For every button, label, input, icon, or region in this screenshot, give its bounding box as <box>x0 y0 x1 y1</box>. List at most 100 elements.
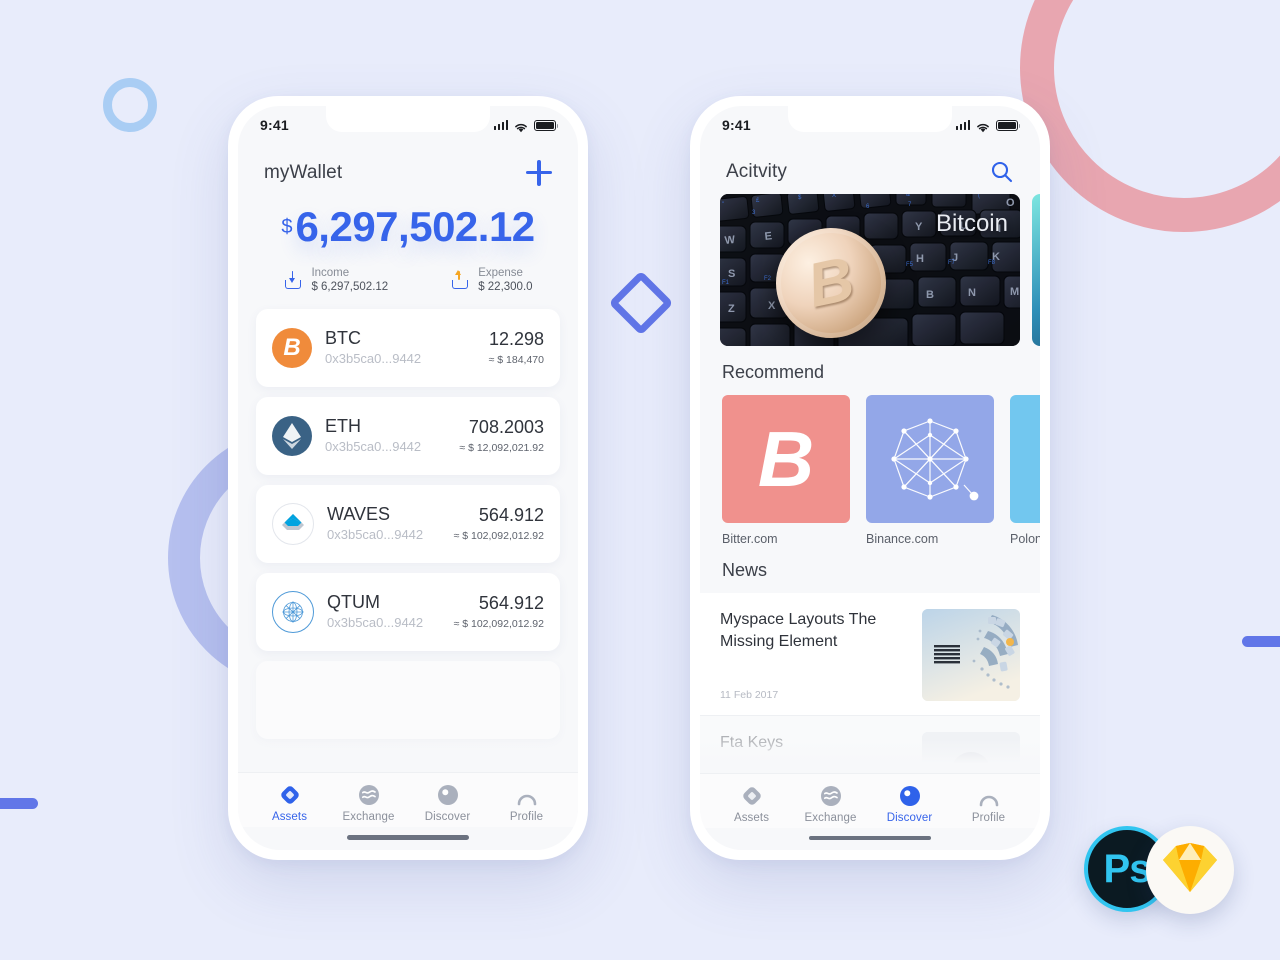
discover-screen: 9:41 Acitvity W E Y U S H J K Z X B N M … <box>700 106 1040 850</box>
svg-text:W: W <box>724 234 736 247</box>
person-icon <box>516 784 538 806</box>
svg-text:X: X <box>768 300 776 312</box>
recommend-row[interactable]: B Bitter.com Binance.com Polon <box>700 395 1040 546</box>
waves-coin-icon <box>272 502 314 545</box>
tab-label: Discover <box>886 811 933 824</box>
list-item[interactable]: Polonie <box>1010 395 1040 546</box>
tab-label: Assets <box>733 811 770 824</box>
svg-text:Y: Y <box>915 221 923 233</box>
list-item[interactable]: Fta Keys <box>700 716 1040 773</box>
svg-text:&: & <box>906 194 910 198</box>
home-indicator[interactable] <box>809 835 931 840</box>
svg-text:F5: F5 <box>906 262 914 268</box>
recommend-label: Bitter.com <box>722 532 778 546</box>
svg-text:F1: F1 <box>722 280 730 286</box>
svg-text:F8: F8 <box>988 260 996 266</box>
battery-icon <box>534 119 559 131</box>
wifi-icon <box>514 120 528 132</box>
bitcoin-coin-icon: B <box>272 327 312 368</box>
svg-text:": " <box>722 202 724 208</box>
poloniex-icon <box>1010 395 1040 523</box>
svg-text:O: O <box>1006 197 1015 209</box>
asset-usd: ≈ $ 102,092,012.92 <box>453 617 544 630</box>
hero-carousel[interactable]: W E Y U S H J K Z X B N M I O " £ $ X & … <box>700 194 1040 346</box>
table-row[interactable]: ETH 0x3b5ca0...9442 708.2003 ≈ $ 12,092,… <box>256 396 560 475</box>
tab-bar: Assets Exchange Discover Profile <box>700 772 1040 828</box>
asset-address: 0x3b5ca0...9442 <box>325 351 422 367</box>
tab-label: Exchange <box>804 811 857 824</box>
tab-discover[interactable]: Discover <box>408 784 487 823</box>
asset-symbol: ETH <box>325 416 361 437</box>
table-row[interactable]: QTUM 0x3b5ca0...9442 564.912 ≈ $ 102,092… <box>256 572 560 651</box>
decorative-bar-right <box>1242 636 1280 647</box>
page-title: Acitvity <box>726 161 787 182</box>
income-expense-row: Income $ 6,297,502.12 Expense $ 22,300.0 <box>238 266 578 295</box>
svg-text:M: M <box>1010 286 1019 298</box>
hero-caption: Bitcoin <box>935 210 1008 237</box>
ethereum-coin-icon <box>272 415 312 456</box>
table-row-partial[interactable] <box>256 660 560 739</box>
hero-card-bitcoin[interactable]: W E Y U S H J K Z X B N M I O " £ $ X & … <box>720 194 1020 346</box>
asset-usd: ≈ $ 184,470 <box>488 353 544 366</box>
compass-icon <box>437 784 459 806</box>
sketch-diamond-icon <box>1162 842 1218 899</box>
tab-profile[interactable]: Profile <box>949 785 1028 824</box>
svg-text:E: E <box>764 230 773 243</box>
svg-text:B: B <box>926 289 934 301</box>
asset-amount: 564.912 <box>478 504 544 525</box>
svg-text:X: X <box>832 194 836 199</box>
download-tray-icon <box>283 270 303 290</box>
list-item[interactable]: B Bitter.com <box>722 395 850 546</box>
status-icons <box>493 119 559 132</box>
status-bar: 9:41 <box>238 106 578 144</box>
list-fade <box>238 738 578 772</box>
table-row[interactable]: B BTC 0x3b5ca0...9442 12.298 ≈ $ 184,470 <box>256 308 560 387</box>
svg-text:N: N <box>968 287 976 299</box>
decorative-pink-ring <box>1020 0 1280 232</box>
hero-card-next[interactable] <box>1032 194 1040 346</box>
compass-icon <box>899 785 921 807</box>
tab-assets[interactable]: Assets <box>250 784 329 823</box>
news-date: 11 Feb 2017 <box>720 689 779 701</box>
asset-amount: 708.2003 <box>468 416 544 437</box>
recommend-label: Binance.com <box>866 532 939 546</box>
tab-profile[interactable]: Profile <box>487 784 566 823</box>
svg-text:F2: F2 <box>764 276 772 282</box>
news-thumbnail <box>922 732 1020 773</box>
phone-wallet: 9:41 myWallet $ 6,297,502.12 Income $ 6,… <box>228 96 588 860</box>
search-icon[interactable] <box>990 160 1014 184</box>
tab-label: Profile <box>971 811 1006 824</box>
status-icons <box>955 119 1021 132</box>
tab-discover[interactable]: Discover <box>870 785 949 824</box>
asset-list[interactable]: B BTC 0x3b5ca0...9442 12.298 ≈ $ 184,470… <box>238 299 578 772</box>
tab-exchange[interactable]: Exchange <box>791 785 870 824</box>
tab-label: Exchange <box>342 811 395 823</box>
list-item[interactable]: Binance.com <box>866 395 994 546</box>
page-title: myWallet <box>264 162 343 183</box>
plus-icon[interactable] <box>526 160 552 186</box>
asset-address: 0x3b5ca0...9442 <box>327 527 424 543</box>
cellular-signal-icon <box>955 120 970 130</box>
home-indicator[interactable] <box>347 835 469 840</box>
asset-symbol: BTC <box>325 328 361 349</box>
balance-section: $ 6,297,502.12 Income $ 6,297,502.12 Exp… <box>238 196 578 299</box>
expense-value: $ 22,300.0 <box>478 281 533 294</box>
diamond-icon <box>279 784 301 806</box>
wallet-screen: 9:41 myWallet $ 6,297,502.12 Income $ 6,… <box>238 106 578 850</box>
asset-amount: 564.912 <box>478 592 544 613</box>
tab-assets[interactable]: Assets <box>712 785 791 824</box>
upload-tray-icon <box>450 269 470 290</box>
svg-text:^: ^ <box>872 194 875 196</box>
asset-usd: ≈ $ 102,092,012.92 <box>453 529 544 542</box>
table-row[interactable]: WAVES 0x3b5ca0...9442 564.912 ≈ $ 102,09… <box>256 484 560 563</box>
asset-amount: 12.298 <box>488 328 544 349</box>
list-item[interactable]: Myspace Layouts The Missing Element 11 F… <box>700 593 1040 716</box>
decorative-blue-circle <box>103 78 157 132</box>
tab-label: Discover <box>424 811 471 823</box>
tab-exchange[interactable]: Exchange <box>329 784 408 823</box>
person-icon <box>978 785 1000 807</box>
discover-content[interactable]: W E Y U S H J K Z X B N M I O " £ $ X & … <box>700 194 1040 773</box>
svg-text:(: ( <box>978 194 980 199</box>
asset-address: 0x3b5ca0...9442 <box>325 439 422 455</box>
tab-bar: Assets Exchange Discover Profile <box>238 772 578 827</box>
